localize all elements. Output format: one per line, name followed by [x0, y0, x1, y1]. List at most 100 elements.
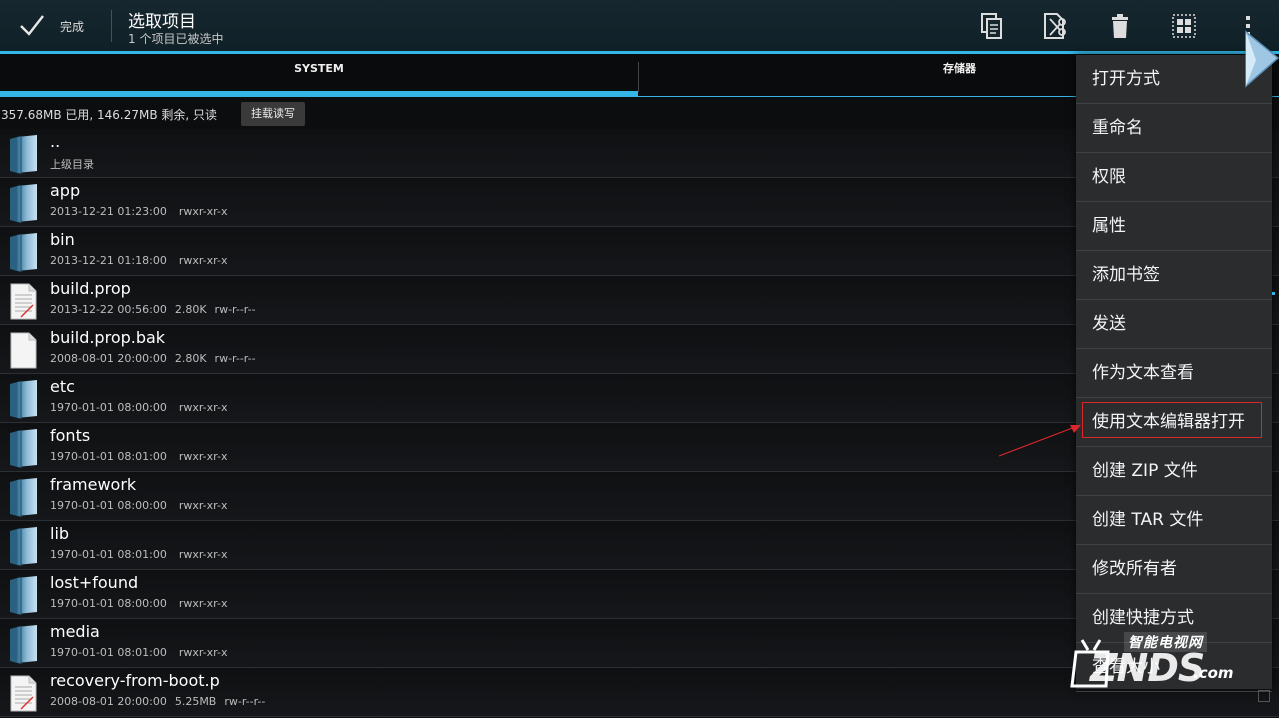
done-label: 完成 [60, 20, 85, 34]
action-bar: 完成 选取项目 1 个项目已被选中 [0, 0, 1279, 52]
file-meta: 2013-12-22 00:56:00 2.80K rw-r--r-- [50, 303, 264, 316]
folder-icon [7, 182, 39, 224]
file-meta: 1970-01-01 08:01:00 rwxr-xr-x [50, 450, 235, 463]
menu-item[interactable]: 创建 TAR 文件 [1076, 496, 1272, 545]
file-permissions: rwxr-xr-x [178, 548, 228, 561]
menu-item-label: 修改所有者 [1092, 559, 1177, 579]
scroll-indicator [1272, 292, 1275, 295]
file-date: 上级目录 [50, 158, 94, 171]
overflow-menu: 打开方式重命名权限属性添加书签发送作为文本查看使用文本编辑器打开创建 ZIP 文… [1076, 55, 1272, 692]
menu-item[interactable]: 打开方式 [1076, 55, 1272, 104]
file-date: 2008-08-01 20:00:00 [50, 352, 167, 365]
folder-icon [7, 476, 39, 518]
file-name: recovery-from-boot.p [50, 671, 220, 690]
folder-icon [7, 574, 39, 616]
file-permissions: rwxr-xr-x [178, 646, 228, 659]
file-meta: 1970-01-01 08:01:00 rwxr-xr-x [50, 548, 235, 561]
file-name: build.prop.bak [50, 328, 166, 347]
file-date: 1970-01-01 08:01:00 [50, 450, 167, 463]
storage-usage-text: 357.68MB 已用, 146.27MB 剩余, 只读 [1, 108, 218, 122]
file-date: 2013-12-22 00:56:00 [50, 303, 167, 316]
file-icon [7, 672, 39, 714]
file-name: framework [50, 475, 137, 494]
file-date: 2008-08-01 20:00:00 [50, 695, 167, 708]
delete-icon[interactable] [1104, 10, 1136, 42]
file-meta: 2013-12-21 01:23:00 rwxr-xr-x [50, 205, 235, 218]
tab-system[interactable]: SYSTEM [0, 54, 638, 94]
action-bar-divider [111, 10, 112, 42]
menu-item[interactable]: 重命名 [1076, 104, 1272, 153]
file-date: 1970-01-01 08:01:00 [50, 646, 167, 659]
tab-selected-indicator [0, 91, 638, 97]
file-size: 2.80K [174, 303, 207, 316]
file-permissions: rw-r--r-- [214, 352, 256, 365]
selection-count: 1 个项目已被选中 [128, 32, 224, 46]
file-meta: 2008-08-01 20:00:00 2.80K rw-r--r-- [50, 352, 264, 365]
file-date: 2013-12-21 01:18:00 [50, 254, 167, 267]
menu-item[interactable]: 属性 [1076, 202, 1272, 251]
menu-item[interactable]: 发送 [1076, 300, 1272, 349]
file-name: lost+found [50, 573, 139, 592]
file-date: 1970-01-01 08:00:00 [50, 597, 167, 610]
folder-icon [7, 427, 39, 469]
menu-item[interactable]: 权限 [1076, 153, 1272, 202]
menu-item-label: 属性 [1092, 216, 1126, 236]
menu-item-label: 创建 TAR 文件 [1092, 510, 1204, 530]
menu-item-label: 发送 [1092, 314, 1126, 334]
file-meta: 2008-08-01 20:00:00 5.25MB rw-r--r-- [50, 695, 273, 708]
file-permissions: rwxr-xr-x [178, 597, 228, 610]
menu-item-label: 创建快捷方式 [1092, 608, 1194, 628]
file-icon [7, 329, 39, 371]
menu-item-label: 权限 [1092, 167, 1126, 187]
file-meta: 1970-01-01 08:01:00 rwxr-xr-x [50, 646, 235, 659]
file-name: lib [50, 524, 70, 543]
file-permissions: rwxr-xr-x [178, 499, 228, 512]
file-meta: 1970-01-01 08:00:00 rwxr-xr-x [50, 401, 235, 414]
file-permissions: rwxr-xr-x [178, 401, 228, 414]
file-name: bin [50, 230, 75, 249]
cut-icon[interactable] [1040, 10, 1072, 42]
file-permissions: rwxr-xr-x [178, 450, 228, 463]
menu-item[interactable]: 创建 ZIP 文件 [1076, 447, 1272, 496]
file-name: app [50, 181, 81, 200]
file-permissions: rw-r--r-- [224, 695, 266, 708]
menu-item-label: 添加书签 [1092, 265, 1160, 285]
folder-icon [7, 378, 39, 420]
tab-separator [638, 62, 639, 92]
folder-icon [7, 623, 39, 665]
copy-icon[interactable] [976, 10, 1008, 42]
folder-icon [7, 525, 39, 567]
watermark-domain: .com [1193, 664, 1234, 682]
mount-rw-button[interactable]: 挂载读写 [241, 102, 305, 126]
select-all-icon[interactable] [1168, 10, 1200, 42]
file-date: 1970-01-01 08:00:00 [50, 499, 167, 512]
menu-item-label: 作为文本查看 [1092, 363, 1194, 383]
file-name: etc [50, 377, 75, 396]
menu-item-label: 重命名 [1092, 118, 1143, 138]
file-icon [7, 280, 39, 322]
file-permissions: rw-r--r-- [214, 303, 256, 316]
annotation-arrow [998, 425, 1081, 457]
file-meta: 1970-01-01 08:00:00 rwxr-xr-x [50, 597, 235, 610]
file-permissions: rwxr-xr-x [178, 254, 228, 267]
menu-item[interactable]: 修改所有者 [1076, 545, 1272, 594]
menu-item[interactable]: 作为文本查看 [1076, 349, 1272, 398]
list-checkbox-edge[interactable] [1258, 690, 1270, 702]
file-date: 2013-12-21 01:23:00 [50, 205, 167, 218]
checkmark-icon [20, 15, 44, 36]
menu-item[interactable]: 添加书签 [1076, 251, 1272, 300]
file-meta: 2013-12-21 01:18:00 rwxr-xr-x [50, 254, 235, 267]
file-meta: 上级目录 [50, 156, 102, 172]
mouse-cursor-icon [1245, 30, 1279, 88]
file-permissions: rwxr-xr-x [178, 205, 228, 218]
menu-item-label: 使用文本编辑器打开 [1092, 412, 1245, 432]
selection-title: 选取项目 [128, 12, 196, 32]
file-name: build.prop [50, 279, 131, 298]
file-name: fonts [50, 426, 91, 445]
file-size: 5.25MB [174, 695, 217, 708]
folder-icon [7, 231, 39, 273]
file-meta: 1970-01-01 08:00:00 rwxr-xr-x [50, 499, 235, 512]
menu-item[interactable]: 使用文本编辑器打开 [1076, 398, 1272, 447]
file-date: 1970-01-01 08:01:00 [50, 548, 167, 561]
done-button[interactable]: 完成 [0, 0, 110, 52]
